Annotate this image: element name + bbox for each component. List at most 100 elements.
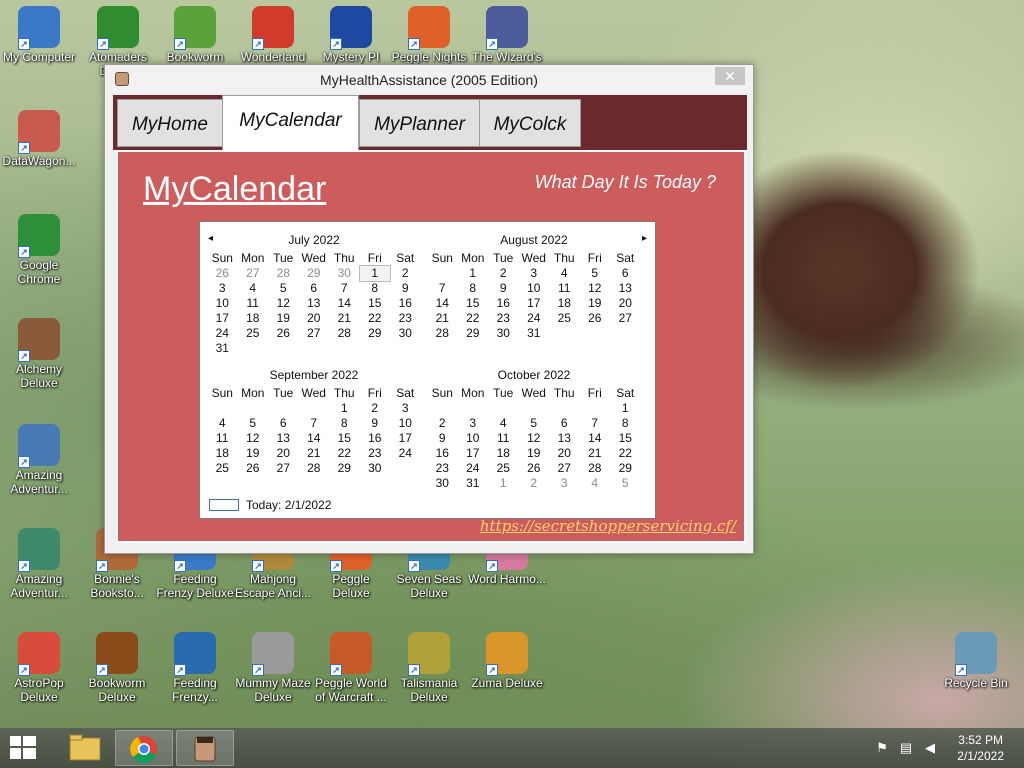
day-cell[interactable]: 24 — [519, 311, 550, 326]
next-month-arrow[interactable]: ▸ — [642, 233, 647, 244]
day-cell[interactable]: 23 — [488, 311, 519, 326]
day-cell[interactable]: 1 — [358, 265, 391, 282]
day-cell[interactable]: 10 — [207, 296, 238, 311]
day-cell[interactable]: 22 — [360, 311, 391, 326]
day-cell[interactable]: 27 — [549, 461, 580, 476]
day-cell[interactable]: 9 — [427, 431, 458, 446]
day-cell[interactable]: 20 — [610, 296, 641, 311]
day-cell[interactable]: 28 — [329, 326, 360, 341]
desktop-shortcut[interactable]: ↗ Talismania Deluxe — [390, 632, 468, 704]
day-cell[interactable]: 22 — [610, 446, 641, 461]
day-cell[interactable]: 3 — [519, 266, 550, 281]
close-button[interactable]: ✕ — [715, 67, 745, 85]
day-cell[interactable]: 22 — [329, 446, 360, 461]
desktop-shortcut[interactable]: ↗ Zuma Deluxe — [468, 632, 546, 690]
day-cell[interactable]: 2 — [488, 266, 519, 281]
day-cell[interactable]: 6 — [268, 416, 299, 431]
day-cell[interactable]: 24 — [458, 461, 489, 476]
day-cell[interactable]: 2 — [519, 476, 550, 491]
day-cell[interactable]: 30 — [329, 266, 360, 281]
desktop-shortcut[interactable]: ↗ AstroPop Deluxe — [0, 632, 78, 704]
day-cell[interactable]: 18 — [549, 296, 580, 311]
system-clock[interactable]: 3:52 PM 2/1/2022 — [957, 732, 1004, 764]
day-cell[interactable]: 5 — [238, 416, 269, 431]
month-calendar[interactable]: ◂ ▸ July 2022 Sun Mon Tue Wed Thu Fri Sat 26 27… — [199, 221, 656, 519]
start-button[interactable] — [10, 736, 38, 760]
desktop-shortcut[interactable]: ↗ DataWagon... — [0, 110, 78, 168]
day-cell[interactable]: 29 — [458, 326, 489, 341]
day-cell[interactable]: 19 — [519, 446, 550, 461]
day-cell[interactable]: 8 — [458, 281, 489, 296]
day-cell[interactable]: 11 — [207, 431, 238, 446]
day-cell[interactable]: 23 — [360, 446, 391, 461]
day-cell[interactable]: 5 — [580, 266, 611, 281]
day-cell[interactable]: 14 — [329, 296, 360, 311]
day-cell[interactable]: 6 — [610, 266, 641, 281]
day-cell[interactable]: 3 — [458, 416, 489, 431]
day-cell[interactable]: 8 — [610, 416, 641, 431]
day-cell[interactable]: 13 — [549, 431, 580, 446]
day-cell[interactable]: 30 — [360, 461, 391, 476]
day-cell[interactable]: 22 — [458, 311, 489, 326]
day-cell[interactable]: 11 — [549, 281, 580, 296]
day-cell[interactable]: 6 — [299, 281, 330, 296]
day-cell[interactable]: 27 — [299, 326, 330, 341]
day-cell[interactable]: 25 — [238, 326, 269, 341]
day-cell[interactable]: 12 — [519, 431, 550, 446]
day-cell[interactable]: 24 — [207, 326, 238, 341]
day-cell[interactable]: 20 — [268, 446, 299, 461]
day-cell[interactable]: 21 — [580, 446, 611, 461]
day-cell[interactable]: 2 — [360, 401, 391, 416]
day-cell[interactable]: 15 — [458, 296, 489, 311]
day-cell[interactable]: 6 — [549, 416, 580, 431]
day-cell[interactable]: 2 — [427, 416, 458, 431]
desktop-shortcut[interactable]: ↗ Recycle Bin — [937, 632, 1015, 690]
day-cell[interactable]: 20 — [549, 446, 580, 461]
day-cell[interactable]: 26 — [580, 311, 611, 326]
day-cell[interactable]: 14 — [299, 431, 330, 446]
desktop-shortcut[interactable]: ↗ Mummy Maze Deluxe — [234, 632, 312, 704]
day-cell[interactable]: 31 — [207, 341, 238, 356]
day-cell[interactable]: 30 — [427, 476, 458, 491]
day-cell[interactable]: 27 — [268, 461, 299, 476]
day-cell[interactable]: 5 — [610, 476, 641, 491]
desktop-shortcut[interactable]: ↗ Peggle Nights — [390, 6, 468, 64]
day-cell[interactable]: 9 — [360, 416, 391, 431]
day-cell[interactable]: 30 — [488, 326, 519, 341]
desktop-shortcut[interactable]: ↗ Feeding Frenzy... — [156, 632, 234, 704]
day-cell[interactable]: 19 — [580, 296, 611, 311]
day-cell[interactable]: 17 — [390, 431, 421, 446]
tab-mycalendar[interactable]: MyCalendar — [222, 95, 359, 150]
day-cell[interactable]: 7 — [427, 281, 458, 296]
day-cell[interactable]: 18 — [488, 446, 519, 461]
day-cell[interactable]: 25 — [488, 461, 519, 476]
taskbar-chrome[interactable] — [115, 730, 173, 766]
desktop-shortcut[interactable]: ↗ Google Chrome — [0, 214, 78, 286]
taskbar-myhealthassistance[interactable] — [176, 730, 234, 766]
day-cell[interactable]: 8 — [329, 416, 360, 431]
day-cell[interactable]: 28 — [268, 266, 299, 281]
day-cell[interactable]: 31 — [458, 476, 489, 491]
tab-myplanner[interactable]: MyPlanner — [359, 99, 480, 147]
day-cell[interactable]: 4 — [580, 476, 611, 491]
day-cell[interactable]: 15 — [360, 296, 391, 311]
desktop-shortcut[interactable]: ↗ Alchemy Deluxe — [0, 318, 78, 390]
tab-myhome[interactable]: MyHome — [117, 99, 223, 147]
day-cell[interactable]: 13 — [299, 296, 330, 311]
day-cell[interactable]: 27 — [238, 266, 269, 281]
volume-muted-icon[interactable]: ◀ — [922, 740, 938, 756]
day-cell[interactable]: 1 — [488, 476, 519, 491]
desktop-shortcut[interactable]: ↗ My Computer — [0, 6, 78, 64]
day-cell[interactable]: 11 — [488, 431, 519, 446]
day-cell[interactable]: 18 — [238, 311, 269, 326]
day-cell[interactable]: 16 — [390, 296, 421, 311]
day-cell[interactable]: 3 — [207, 281, 238, 296]
day-cell[interactable]: 10 — [519, 281, 550, 296]
desktop-shortcut[interactable]: ↗Bookworm Deluxe — [78, 632, 156, 704]
tab-mycolck[interactable]: MyColck — [479, 99, 581, 147]
day-cell[interactable]: 5 — [519, 416, 550, 431]
day-cell[interactable]: 23 — [427, 461, 458, 476]
day-cell[interactable]: 7 — [580, 416, 611, 431]
day-cell[interactable]: 20 — [299, 311, 330, 326]
day-cell[interactable]: 12 — [268, 296, 299, 311]
